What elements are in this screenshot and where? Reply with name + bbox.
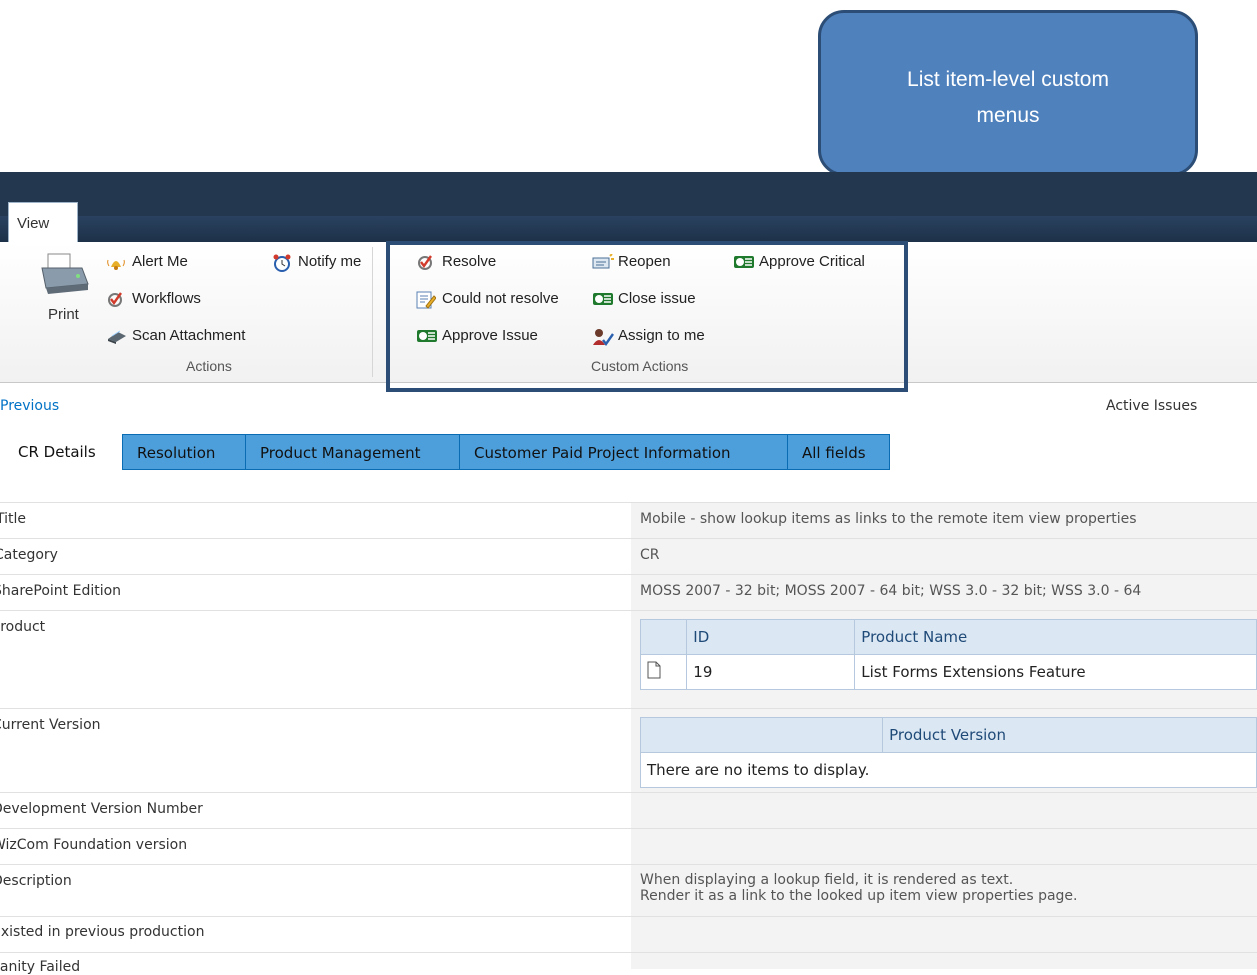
tab-resolution[interactable]: Resolution (122, 434, 246, 470)
field-row-sanity (0, 952, 1257, 970)
current-version-label: Current Version (0, 717, 101, 733)
description-value: When displaying a lookup field, it is re… (640, 872, 1077, 904)
category-label: Category (0, 547, 58, 563)
product-table-select-header (639, 619, 688, 655)
notify-me-button[interactable]: Notify me (272, 253, 362, 272)
product-col-name[interactable]: Product Name (854, 619, 1257, 655)
tab-cr-details[interactable]: CR Details (8, 434, 122, 470)
form-tabs: CR Details Resolution Product Management… (8, 434, 890, 470)
product-row-name[interactable]: List Forms Extensions Feature (854, 654, 1257, 690)
version-empty-message: There are no items to display. (640, 752, 1257, 788)
version-table: Product Version There are no items to di… (639, 717, 1257, 788)
scan-attachment-button[interactable]: Scan Attachment (106, 327, 245, 344)
wizcom-label: WizCom Foundation version (0, 837, 188, 853)
suite-bar (0, 172, 1257, 216)
custom-actions-highlight (386, 241, 908, 392)
tab-all-fields[interactable]: All fields (788, 434, 890, 470)
notify-me-label: Notify me (298, 253, 362, 270)
alert-me-button[interactable]: Alert Me (106, 253, 188, 270)
dev-version-label: Development Version Number (0, 801, 203, 817)
workflows-button[interactable]: Workflows (106, 290, 201, 307)
edition-value: MOSS 2007 - 32 bit; MOSS 2007 - 64 bit; … (640, 583, 1142, 599)
callout-line-2: menus (976, 104, 1040, 127)
actions-group-label: Actions (186, 358, 232, 374)
field-row-wizcom (0, 828, 1257, 865)
sanity-label: Sanity Failed (0, 959, 81, 975)
description-line-2: Render it as a link to the looked up ite… (640, 888, 1078, 904)
tab-customer-paid-project[interactable]: Customer Paid Project Information (460, 434, 788, 470)
callout-annotation: List item-level custom menus (818, 10, 1198, 176)
description-label: Description (0, 873, 72, 889)
product-label: Product (0, 619, 46, 635)
version-table-select-header (639, 717, 884, 753)
category-value: CR (640, 547, 660, 563)
tab-view[interactable]: View (8, 202, 78, 242)
workflows-icon (106, 291, 126, 307)
title-label: Title (0, 511, 27, 527)
workflows-label: Workflows (132, 290, 201, 307)
clock-icon (272, 254, 292, 272)
printer-icon (41, 253, 89, 294)
scan-attachment-label: Scan Attachment (132, 327, 246, 344)
document-icon (639, 654, 688, 690)
tab-product-management[interactable]: Product Management (246, 434, 460, 470)
title-value: Mobile - show lookup items as links to t… (640, 511, 1137, 527)
alert-me-label: Alert Me (132, 253, 188, 270)
callout-line-1: List item-level custom (907, 68, 1109, 91)
print-button[interactable]: Print (36, 250, 94, 330)
notify-divider (372, 247, 373, 377)
product-row-id: 19 (686, 654, 856, 690)
existed-label: Existed in previous production (0, 924, 205, 940)
previous-link[interactable]: Previous (0, 398, 59, 414)
edition-label: SharePoint Edition (0, 583, 122, 599)
version-col[interactable]: Product Version (882, 717, 1257, 753)
description-line-1: When displaying a lookup field, it is re… (640, 872, 1014, 888)
product-col-id[interactable]: ID (686, 619, 856, 655)
print-label: Print (48, 306, 79, 323)
field-row-category (0, 538, 1257, 575)
alert-bell-icon (106, 254, 126, 270)
scanner-icon (106, 328, 126, 344)
product-table: ID Product Name 19 List Forms Extensions… (639, 619, 1257, 690)
ribbon-tab-strip (0, 216, 1257, 242)
list-name: Active Issues (1106, 398, 1198, 414)
